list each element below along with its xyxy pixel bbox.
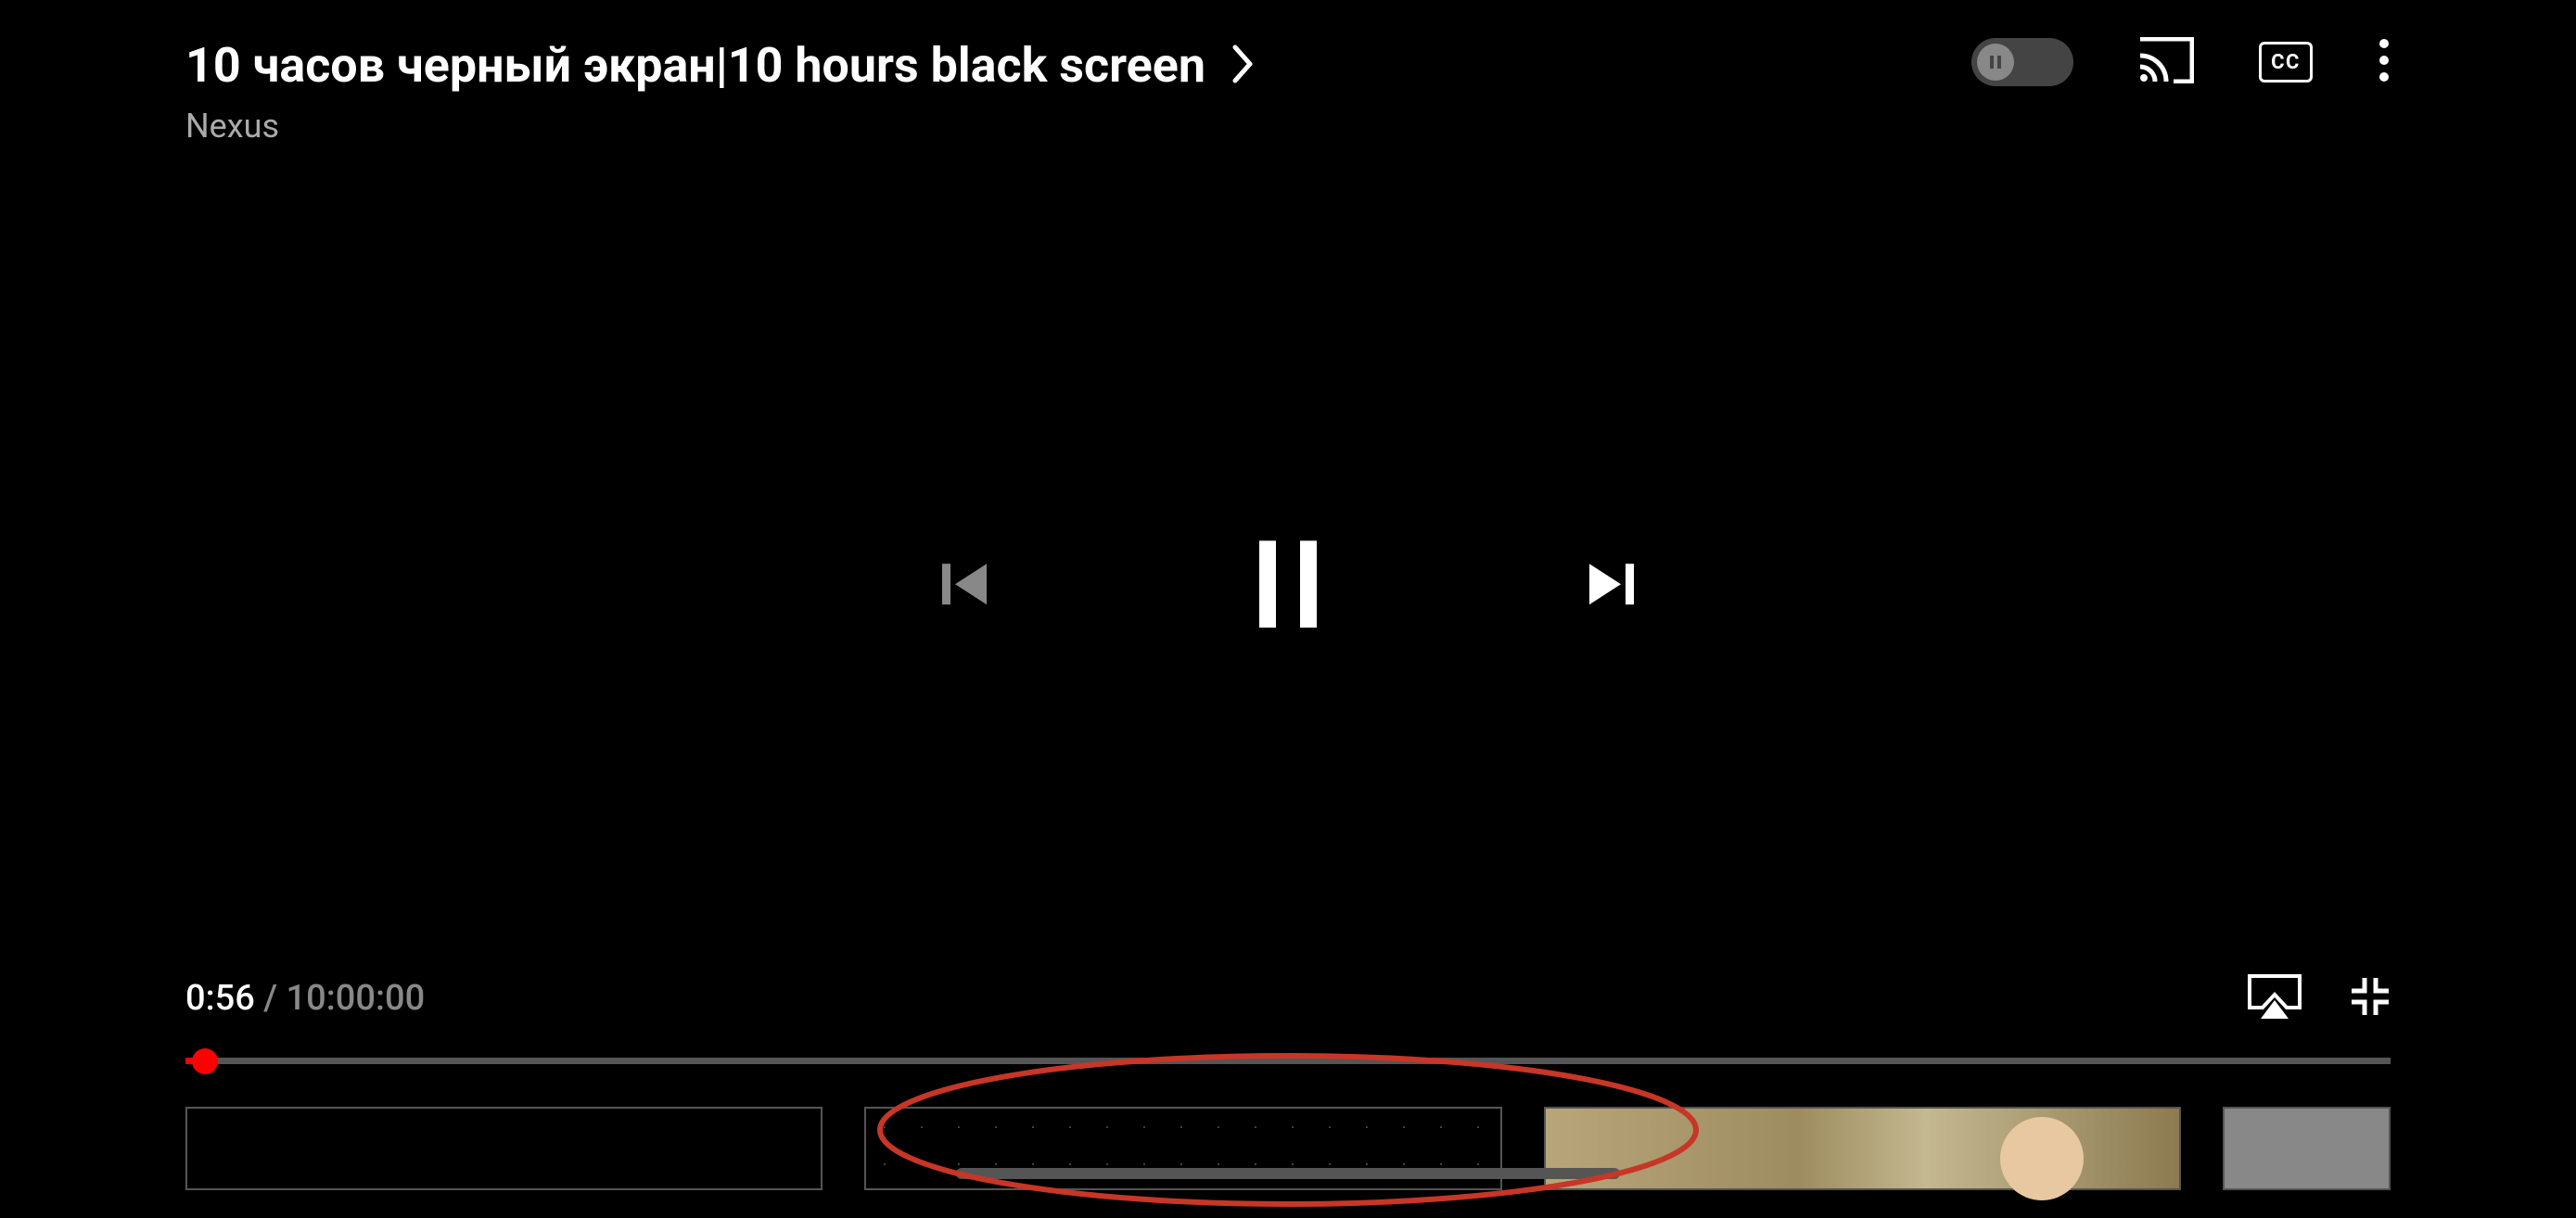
total-time: 10:00:00 — [287, 978, 426, 1019]
vertical-dots-icon — [2378, 37, 2391, 87]
cast-icon — [2138, 37, 2194, 87]
more-options-button[interactable] — [2378, 37, 2391, 87]
next-button[interactable] — [1580, 554, 1639, 617]
current-time: 0:56 — [185, 978, 255, 1019]
cc-icon: CC — [2259, 42, 2313, 82]
time-separator: / — [263, 978, 286, 1019]
player-header: 10 часов черный экран|10 hours black scr… — [185, 37, 2391, 146]
airplay-button[interactable] — [2246, 972, 2303, 1024]
thumbnail-1[interactable] — [185, 1107, 823, 1190]
autoplay-knob-pause-icon — [1977, 44, 2014, 81]
exit-fullscreen-icon — [2350, 976, 2391, 1021]
cast-button[interactable] — [2138, 37, 2194, 87]
progress-bar[interactable] — [185, 1058, 2391, 1064]
time-display: 0:56 / 10:00:00 — [185, 978, 425, 1019]
progress-thumb[interactable] — [192, 1048, 218, 1074]
title-row[interactable]: 10 часов черный экран|10 hours black scr… — [185, 37, 1256, 94]
bottom-controls: 0:56 / 10:00:00 — [185, 972, 2391, 1190]
thumbnail-3[interactable] — [1544, 1107, 2181, 1190]
pause-button[interactable] — [1246, 540, 1330, 631]
pause-icon — [1246, 540, 1330, 631]
time-row: 0:56 / 10:00:00 — [185, 972, 2391, 1024]
skip-next-icon — [1580, 554, 1639, 617]
previous-button[interactable] — [937, 554, 996, 617]
center-controls — [937, 540, 1639, 631]
video-title: 10 часов черный экран|10 hours black scr… — [185, 37, 1205, 94]
title-area: 10 часов черный экран|10 hours black scr… — [185, 37, 1256, 146]
captions-button[interactable]: CC — [2259, 42, 2313, 82]
airplay-icon — [2246, 972, 2303, 1024]
chevron-right-icon — [1231, 44, 1256, 88]
channel-name[interactable]: Nexus — [185, 107, 1256, 146]
skip-previous-icon — [937, 554, 996, 617]
thumbnail-4[interactable] — [2223, 1107, 2391, 1190]
home-indicator[interactable] — [956, 1168, 1620, 1179]
bottom-right-icons — [2246, 972, 2391, 1024]
autoplay-toggle[interactable] — [1971, 38, 2073, 86]
exit-fullscreen-button[interactable] — [2350, 976, 2391, 1021]
header-actions: CC — [1971, 37, 2391, 87]
